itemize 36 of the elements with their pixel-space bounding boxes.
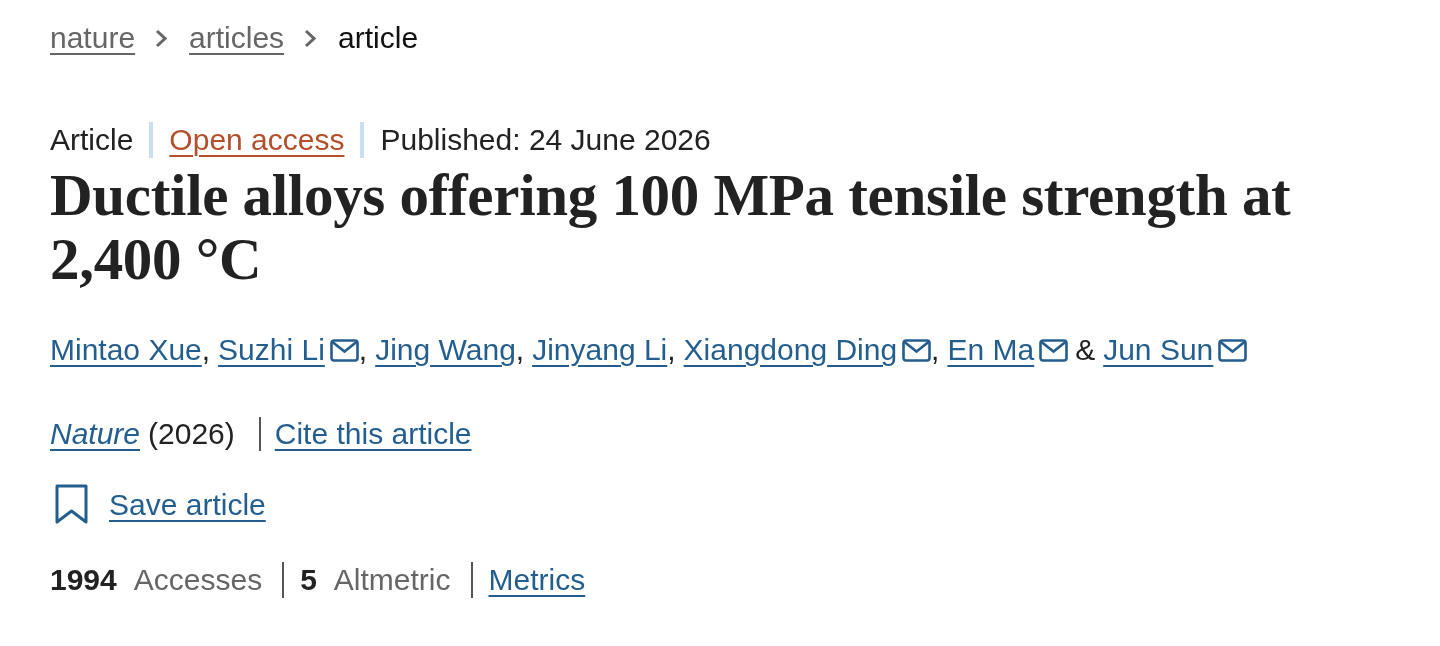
author-separator: , — [201, 332, 211, 368]
author-link[interactable]: Suzhi Li — [218, 332, 325, 368]
author-link[interactable]: En Ma — [947, 332, 1035, 368]
metric-count: 1994 — [50, 562, 117, 598]
article-title: Ductile alloys offering 100 MPa tensile strength at 2,400 °C — [50, 163, 1292, 291]
breadcrumb-current: article — [338, 20, 419, 56]
article-type: Article — [50, 122, 134, 158]
author-separator: , — [515, 332, 525, 368]
save-article-link[interactable]: Save article — [109, 481, 266, 527]
author-link[interactable]: Xiangdong Ding — [683, 332, 898, 368]
author-separator: , — [931, 332, 940, 368]
author-link[interactable]: Mintao Xue — [50, 332, 202, 368]
mail-icon[interactable] — [1218, 338, 1248, 362]
mail-icon[interactable] — [1039, 338, 1069, 362]
author-separator: & — [1075, 332, 1096, 368]
chevron-icon — [304, 28, 317, 48]
bookmark-icon[interactable] — [55, 484, 88, 524]
metric-name: Accesses — [133, 562, 263, 598]
published-date: Published: 24 June 2026 — [380, 122, 711, 158]
metrics-link[interactable]: Metrics — [488, 562, 586, 598]
mail-icon[interactable] — [902, 338, 932, 362]
metric-count: 5 — [300, 562, 317, 598]
breadcrumb-link[interactable]: nature — [50, 20, 136, 56]
metric-name: Altmetric — [333, 562, 451, 598]
publication-year: (2026) — [148, 416, 235, 452]
author-separator: , — [667, 332, 676, 368]
author-link[interactable]: Jinyang Li — [532, 332, 668, 368]
mail-icon[interactable] — [329, 338, 359, 362]
journal-link[interactable]: Nature — [50, 416, 141, 452]
chevron-icon — [155, 28, 168, 48]
cite-link[interactable]: Cite this article — [274, 416, 472, 452]
author-separator: , — [358, 332, 368, 368]
breadcrumb-link[interactable]: articles — [189, 20, 285, 56]
open-access-link[interactable]: Open access — [169, 122, 345, 158]
author-link[interactable]: Jun Sun — [1103, 332, 1214, 368]
author-link[interactable]: Jing Wang — [375, 332, 516, 368]
